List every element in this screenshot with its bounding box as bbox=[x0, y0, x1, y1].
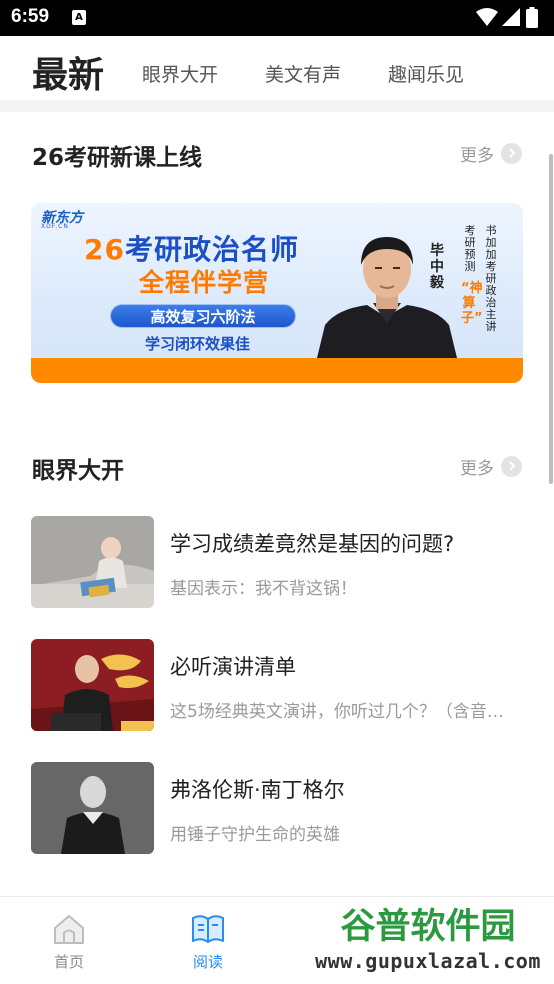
section-title-horizon: 眼界大开 bbox=[32, 458, 124, 484]
nav-home[interactable]: 首页 bbox=[29, 911, 109, 972]
watermark-url: www.gupuxlazal.com bbox=[315, 949, 541, 973]
banner-title-number: 26 bbox=[84, 233, 125, 266]
article-thumbnail bbox=[31, 639, 154, 731]
article-description: 基因表示：我不背这锅！ bbox=[170, 579, 357, 599]
banner-pill: 高效复习六阶法 bbox=[110, 304, 296, 328]
status-bar: 6:59 A bbox=[0, 0, 554, 36]
article-thumbnail bbox=[31, 762, 154, 854]
banner-bottom-strip bbox=[31, 358, 523, 383]
more-button-course[interactable]: 更多 bbox=[460, 142, 522, 166]
banner-tagline: 学习闭环效果佳 bbox=[145, 335, 251, 353]
article-description: 用锤子守护生命的英雄 bbox=[170, 825, 340, 845]
article-thumbnail bbox=[31, 516, 154, 608]
more-button-horizon[interactable]: 更多 bbox=[460, 455, 522, 479]
nav-reading[interactable]: 阅读 bbox=[168, 911, 248, 972]
notification-icon: A bbox=[72, 10, 86, 25]
tab-latest[interactable]: 最新 bbox=[32, 46, 104, 98]
category-tabs: 最新 眼界大开 美文有声 趣闻乐见 bbox=[0, 36, 554, 100]
banner-caption-role: 书加加考研政治主讲 bbox=[485, 224, 497, 333]
tab-fun-news[interactable]: 趣闻乐见 bbox=[388, 60, 464, 87]
banner-subtitle: 全程伴学营 bbox=[139, 268, 270, 297]
home-icon bbox=[54, 915, 84, 944]
more-label: 更多 bbox=[460, 145, 494, 166]
book-icon bbox=[192, 915, 224, 943]
status-time: 6:59 bbox=[11, 6, 50, 27]
divider bbox=[0, 100, 554, 112]
nav-reading-label: 阅读 bbox=[192, 953, 223, 971]
course-banner[interactable]: 新东方 XDF.CN 26考研政治名师 全程伴学营 高效复习六阶法 学习闭环效果… bbox=[31, 203, 523, 383]
nav-home-label: 首页 bbox=[53, 953, 84, 971]
content-area[interactable]: 最新 眼界大开 美文有声 趣闻乐见 26考研新课上线 更多 新东方 XDF.CN… bbox=[0, 36, 554, 896]
site-watermark: 谷普软件园 www.gupuxlazal.com bbox=[304, 897, 552, 981]
list-item[interactable]: 必听演讲清单 这5场经典英文演讲，你听过几个？（含音频） bbox=[31, 639, 523, 731]
wifi-icon bbox=[476, 8, 498, 26]
tab-audio-essays[interactable]: 美文有声 bbox=[265, 60, 341, 87]
banner-caption-forecast: 考研预测 bbox=[464, 224, 476, 273]
brand-logo-sub: XDF.CN bbox=[41, 223, 69, 230]
watermark-title: 谷普软件园 bbox=[304, 897, 552, 949]
signal-icon bbox=[502, 8, 520, 26]
banner-caption-highlight: “神算子” bbox=[461, 281, 483, 326]
banner-title-text: 考研政治名师 bbox=[124, 233, 299, 266]
article-description: 这5场经典英文演讲，你听过几个？（含音频） bbox=[170, 702, 510, 722]
tab-horizon[interactable]: 眼界大开 bbox=[142, 60, 218, 87]
list-item[interactable]: 弗洛伦斯·南丁格尔 用锤子守护生命的英雄 bbox=[31, 762, 523, 854]
article-title: 必听演讲清单 bbox=[170, 655, 296, 679]
chevron-right-icon bbox=[501, 455, 522, 477]
banner-title: 26考研政治名师 bbox=[84, 228, 299, 268]
scrollbar[interactable] bbox=[549, 154, 553, 484]
chevron-right-icon bbox=[501, 142, 522, 164]
section-title-course: 26考研新课上线 bbox=[32, 145, 203, 171]
battery-icon bbox=[526, 7, 538, 28]
list-item[interactable]: 学习成绩差竟然是基因的问题? 基因表示：我不背这锅！ bbox=[31, 516, 523, 608]
article-title: 学习成绩差竟然是基因的问题? bbox=[170, 532, 455, 556]
watermark-text: 谷普软件园 bbox=[340, 906, 516, 947]
more-label: 更多 bbox=[460, 458, 494, 479]
article-title: 弗洛伦斯·南丁格尔 bbox=[170, 778, 345, 802]
teacher-name: 毕中毅 bbox=[430, 243, 444, 291]
